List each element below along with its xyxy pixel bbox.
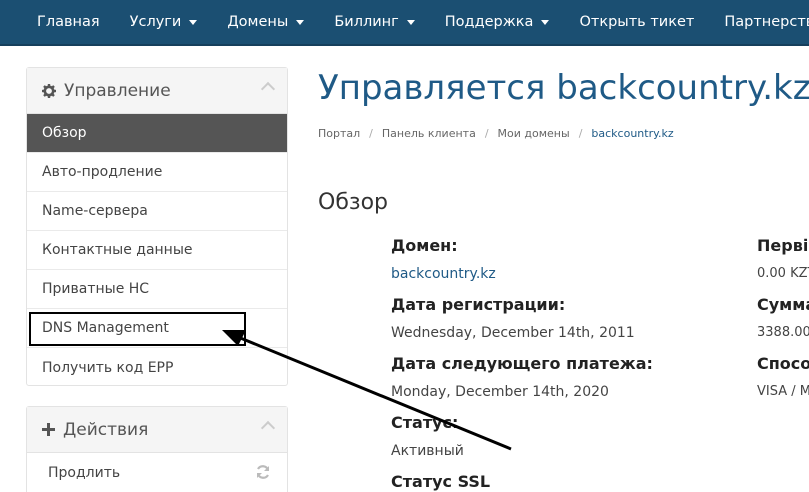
sidebar-item-contacts[interactable]: Контактные данные: [27, 231, 287, 270]
nav-affiliates[interactable]: Партнерство: [709, 0, 809, 45]
caret-down-icon: [189, 19, 198, 25]
breadcrumb-portal[interactable]: Портал: [318, 127, 360, 140]
breadcrumb-client-area[interactable]: Панель клиента: [382, 127, 476, 140]
actions-panel: Действия Продлить: [26, 406, 288, 492]
breadcrumb-my-domains[interactable]: Мои домены: [498, 127, 570, 140]
domain-label: Домен:: [391, 236, 458, 255]
sidebar-item-label: Получить код EPP: [42, 359, 174, 376]
next-due-date-label: Дата следующего платежа:: [391, 354, 653, 373]
nav-domains-label: Домены: [227, 14, 289, 30]
sidebar-item-label: Продлить: [48, 464, 121, 481]
nav-services[interactable]: Услуги: [115, 0, 213, 45]
payment-method-label: Спосо: [757, 354, 809, 373]
registration-date-value: Wednesday, December 14th, 2011: [391, 325, 635, 341]
next-due-date-value: Monday, December 14th, 2020: [391, 384, 609, 400]
nav-billing[interactable]: Биллинг: [319, 0, 429, 45]
nav-open-ticket[interactable]: Открыть тикет: [564, 0, 709, 45]
chevron-up-icon[interactable]: [260, 420, 276, 436]
registration-date-label: Дата регистрации:: [391, 295, 566, 314]
caret-down-icon: [541, 19, 550, 25]
nav-services-label: Услуги: [129, 14, 182, 30]
annotation-highlight-box: [29, 312, 246, 346]
sidebar-item-epp-code[interactable]: Получить код EPP: [27, 348, 287, 387]
nav-affiliates-label: Партнерство: [724, 14, 809, 30]
caret-down-icon: [296, 19, 305, 25]
sidebar-item-private-ns[interactable]: Приватные НС: [27, 270, 287, 309]
page-title: Управляется backcountry.kz: [318, 68, 809, 108]
nav-support[interactable]: Поддержка: [430, 0, 565, 45]
section-title: Обзор: [318, 190, 389, 215]
ssl-status-label: Статус SSL: [391, 472, 491, 491]
sidebar-item-overview[interactable]: Обзор: [27, 114, 287, 153]
nav-billing-label: Биллинг: [334, 14, 399, 30]
sidebar-item-label: Авто-продление: [42, 164, 163, 180]
first-payment-value: 0.00 KZT: [757, 266, 809, 281]
recurring-amount-value: 3388.00: [757, 325, 809, 340]
breadcrumb: Портал / Панель клиента / Мои домены / backcou…: [318, 127, 674, 140]
payment-method-value: VISA / M: [757, 384, 809, 399]
sidebar-item-label: Приватные НС: [42, 281, 150, 297]
sidebar-item-label: Name-сервера: [42, 203, 148, 219]
manage-panel-title: Управление: [64, 80, 171, 101]
nav-home-label: Главная: [37, 14, 100, 30]
manage-panel-header[interactable]: Управление: [27, 68, 287, 114]
gear-icon: [42, 83, 56, 98]
caret-down-icon: [406, 19, 415, 25]
nav-home[interactable]: Главная: [22, 0, 115, 45]
sidebar-item-auto-renew[interactable]: Авто-продление: [27, 153, 287, 192]
breadcrumb-current: backcountry.kz: [591, 127, 674, 140]
refresh-icon: [255, 464, 271, 484]
chevron-up-icon[interactable]: [260, 81, 276, 97]
status-label: Статус:: [391, 413, 459, 432]
plus-icon: [42, 423, 55, 436]
sidebar-item-renew[interactable]: Продлить: [27, 453, 287, 492]
recurring-amount-label: Сумма: [757, 295, 809, 314]
nav-domains[interactable]: Домены: [212, 0, 319, 45]
nav-support-label: Поддержка: [444, 14, 534, 30]
actions-panel-title: Действия: [63, 419, 149, 440]
status-value: Активный: [391, 443, 464, 459]
sidebar-item-label: Контактные данные: [42, 242, 193, 258]
sidebar-item-label: Обзор: [42, 125, 87, 141]
first-payment-label: Перві: [757, 236, 809, 255]
domain-value-link[interactable]: backcountry.kz: [391, 266, 496, 282]
top-navbar: Главная Услуги Домены Биллинг Поддержка …: [0, 0, 809, 46]
sidebar-item-nameservers[interactable]: Name-сервера: [27, 192, 287, 231]
nav-open-ticket-label: Открыть тикет: [579, 14, 695, 30]
actions-panel-header[interactable]: Действия: [27, 407, 287, 453]
